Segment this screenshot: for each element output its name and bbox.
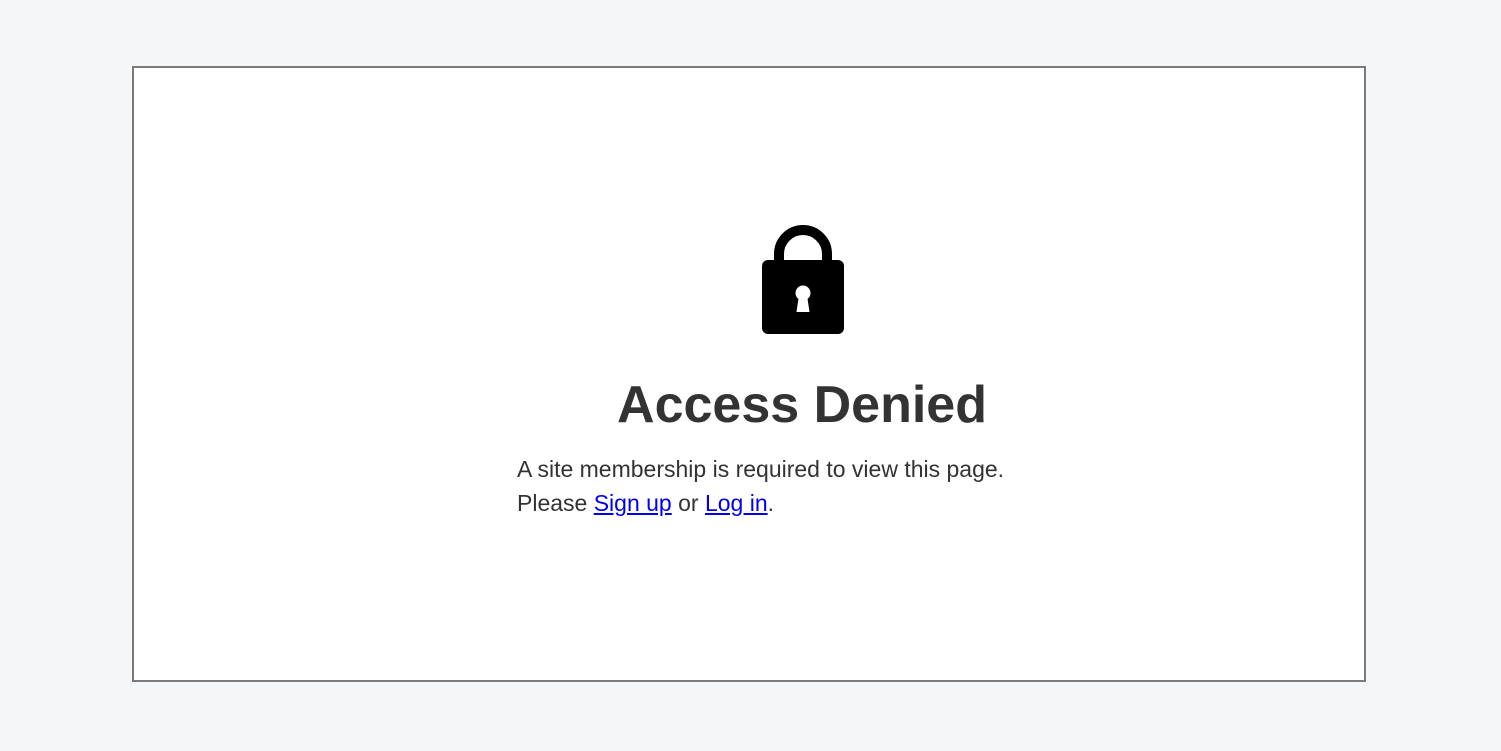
or-text: or [678,490,699,516]
lock-icon [762,225,844,334]
access-message: A site membership is required to view th… [517,452,1004,520]
page-title: Access Denied [617,376,987,434]
membership-required-text: A site membership is required to view th… [517,456,1005,482]
please-text: Please [517,490,588,516]
sign-up-link[interactable]: Sign up [594,490,672,516]
log-in-link[interactable]: Log in [705,490,768,516]
auth-prompt: Please Sign up or Log in. [517,486,1004,520]
period-text: . [767,490,775,516]
